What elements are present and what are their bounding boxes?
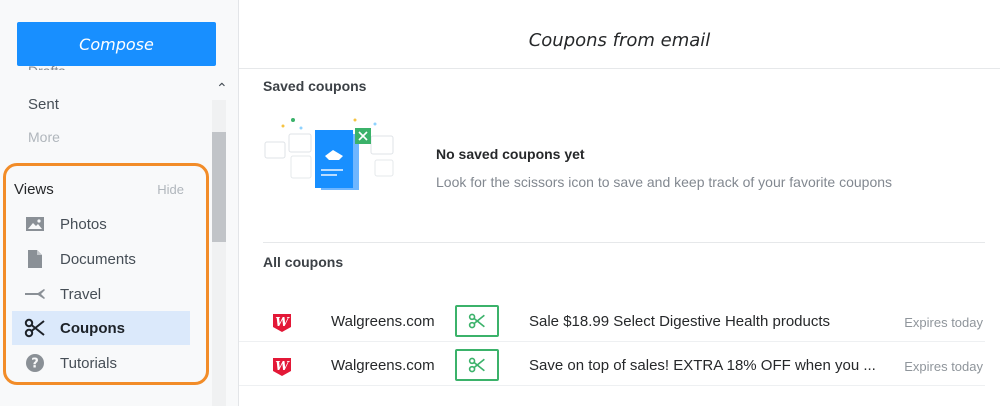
walgreens-logo-icon: W xyxy=(271,311,293,333)
view-item-travel[interactable]: Travel xyxy=(12,277,190,311)
clip-coupon-button[interactable] xyxy=(455,349,499,381)
coupon-description[interactable]: Save on top of sales! EXTRA 18% OFF when… xyxy=(529,357,889,374)
coupon-merchant: Walgreens.com xyxy=(331,357,435,374)
sidebar-folder-drafts[interactable]: Drafts xyxy=(28,60,65,70)
svg-text:W: W xyxy=(275,359,290,373)
view-item-label: Photos xyxy=(60,215,107,233)
coupon-merchant: Walgreens.com xyxy=(331,313,435,330)
photo-icon xyxy=(24,214,46,234)
coupon-row[interactable]: W Walgreens.com Save on top of sales! EX… xyxy=(239,347,985,386)
view-item-label: Documents xyxy=(60,250,136,268)
view-item-label: Coupons xyxy=(60,319,125,337)
coupon-description[interactable]: Sale $18.99 Select Digestive Health prod… xyxy=(529,313,889,330)
empty-coupons-illustration xyxy=(263,112,423,192)
coupon-expiry: Expires today xyxy=(904,359,983,374)
divider xyxy=(239,68,1000,69)
document-icon xyxy=(24,249,46,269)
help-icon: ? xyxy=(24,353,46,373)
saved-coupons-heading: Saved coupons xyxy=(263,78,367,94)
view-item-photos[interactable]: Photos xyxy=(12,207,190,241)
svg-text:?: ? xyxy=(31,357,39,372)
walgreens-logo-icon: W xyxy=(271,355,293,377)
sidebar-scrollbar-thumb[interactable] xyxy=(212,132,226,242)
view-item-label: Tutorials xyxy=(60,354,117,372)
scissors-icon xyxy=(468,357,485,373)
all-coupons-heading: All coupons xyxy=(263,254,344,270)
coupon-row[interactable]: W Walgreens.com Sale $18.99 Select Diges… xyxy=(239,303,985,342)
scroll-up-chevron-icon[interactable]: ⌃ xyxy=(216,80,228,97)
scissors-icon xyxy=(468,313,485,329)
view-item-documents[interactable]: Documents xyxy=(12,242,190,276)
view-item-coupons[interactable]: Coupons xyxy=(12,311,190,345)
empty-state-title: No saved coupons yet xyxy=(436,146,585,162)
main-content: Coupons from email Saved coupons No save… xyxy=(239,0,1000,406)
sidebar: Compose Drafts ⌃ Sent More Views Hide Ph… xyxy=(0,0,239,406)
views-header: Views Hide xyxy=(14,181,184,198)
sidebar-more-link[interactable]: More xyxy=(28,129,60,145)
page-title: Coupons from email xyxy=(528,30,711,51)
plane-icon xyxy=(24,284,46,304)
view-item-label: Travel xyxy=(60,285,102,303)
svg-text:W: W xyxy=(275,315,290,329)
scissors-icon xyxy=(24,318,46,338)
divider xyxy=(263,242,985,243)
empty-state-description: Look for the scissors icon to save and k… xyxy=(436,174,893,190)
sidebar-folder-sent[interactable]: Sent xyxy=(28,96,59,113)
views-hide-link[interactable]: Hide xyxy=(157,182,184,197)
views-title: Views xyxy=(14,181,54,198)
view-item-tutorials[interactable]: ? Tutorials xyxy=(12,346,190,380)
clip-coupon-button[interactable] xyxy=(455,305,499,337)
coupon-expiry: Expires today xyxy=(904,315,983,330)
